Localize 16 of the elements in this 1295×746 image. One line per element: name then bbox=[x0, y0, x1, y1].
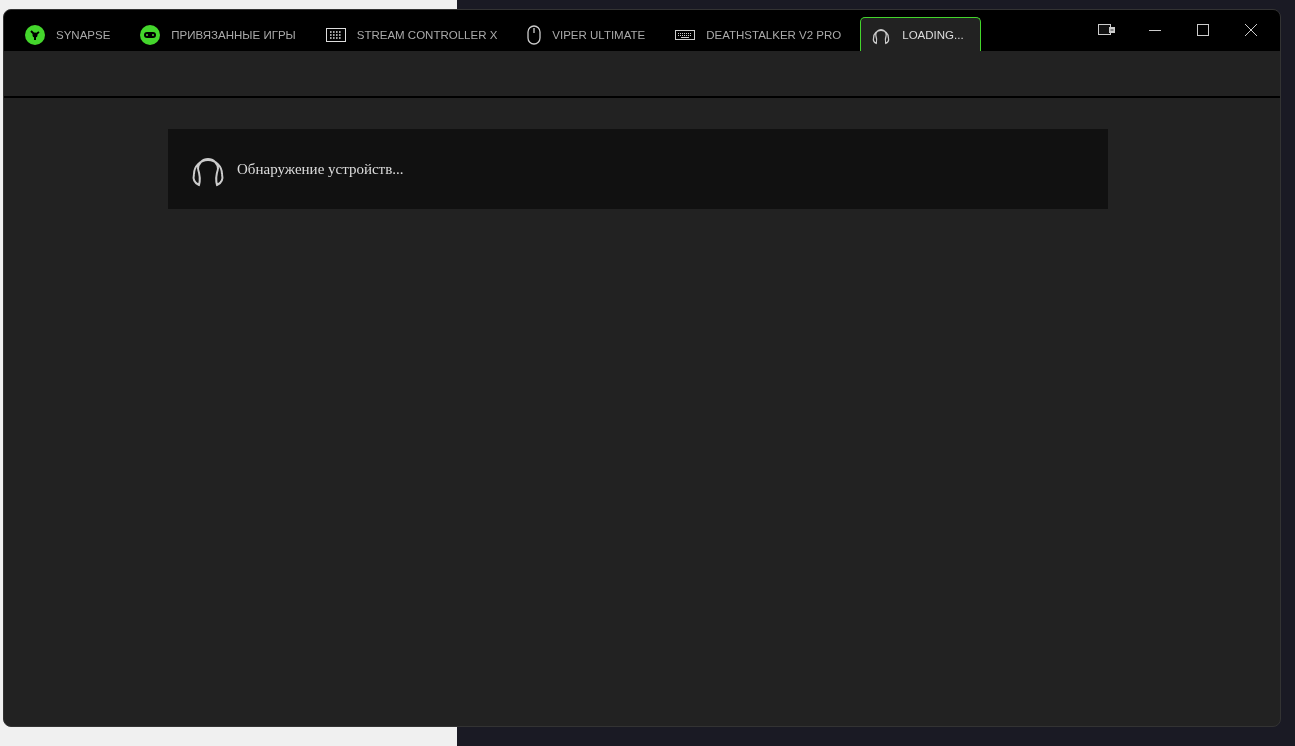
maximize-icon bbox=[1197, 24, 1209, 36]
tab[interactable]: SYNAPSE bbox=[14, 17, 128, 51]
tab[interactable]: ПРИВЯЗАННЫЕ ИГРЫ bbox=[129, 17, 313, 51]
tab[interactable]: VIPER ULTIMATE bbox=[516, 17, 663, 51]
logo-icon bbox=[25, 24, 45, 45]
keyboard-icon bbox=[675, 29, 696, 40]
mouse-icon bbox=[527, 24, 542, 45]
gamepad-icon bbox=[140, 24, 161, 45]
minimize-icon bbox=[1149, 29, 1161, 31]
status-message: Обнаружение устройств... bbox=[237, 160, 404, 178]
tab[interactable]: DEATHSTALKER V2 PRO bbox=[664, 17, 859, 51]
window-toggle-icon bbox=[1098, 24, 1116, 36]
close-icon bbox=[1244, 23, 1258, 37]
keypad-icon bbox=[325, 27, 346, 42]
tab[interactable]: STREAM CONTROLLER X bbox=[314, 17, 515, 51]
tab[interactable]: LOADING... bbox=[860, 17, 981, 51]
